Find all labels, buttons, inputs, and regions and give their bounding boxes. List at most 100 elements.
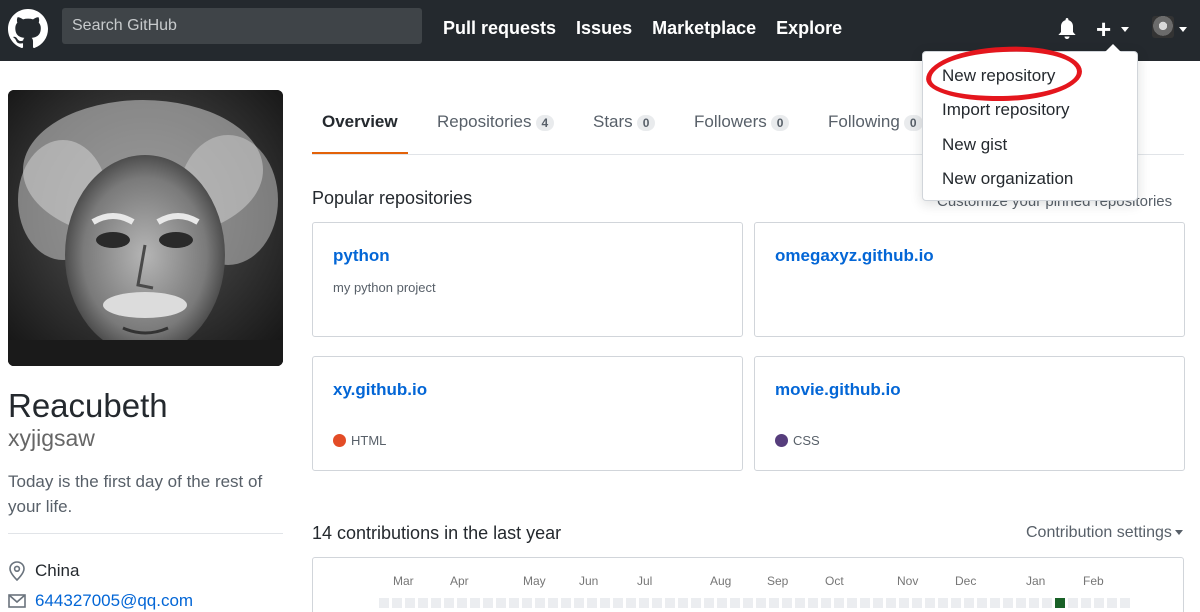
repositories-count: 4 — [535, 114, 555, 131]
contribution-day-cell[interactable] — [899, 598, 909, 608]
github-logo-icon[interactable] — [8, 9, 48, 49]
menu-item-new-gist[interactable]: New gist — [942, 135, 1007, 155]
month-label: Dec — [955, 574, 977, 588]
user-avatar[interactable] — [1152, 16, 1174, 38]
contribution-day-cell[interactable] — [860, 598, 870, 608]
contribution-day-cell[interactable] — [691, 598, 701, 608]
contribution-day-cell[interactable] — [769, 598, 779, 608]
contribution-day-cell[interactable] — [1068, 598, 1078, 608]
contribution-day-cell[interactable] — [626, 598, 636, 608]
month-label: Nov — [897, 574, 919, 588]
month-label: Jul — [637, 574, 653, 588]
tab-repositories[interactable]: Repositories 4 — [437, 112, 555, 132]
portrait-image — [8, 90, 283, 366]
contribution-day-cell[interactable] — [938, 598, 948, 608]
contribution-day-cell[interactable] — [795, 598, 805, 608]
contribution-day-cell[interactable] — [418, 598, 428, 608]
chevron-down-icon — [1121, 27, 1129, 32]
contribution-day-cell[interactable] — [1094, 598, 1104, 608]
contribution-day-cell[interactable] — [834, 598, 844, 608]
contribution-day-cell[interactable] — [1042, 598, 1052, 608]
contribution-day-cell[interactable] — [730, 598, 740, 608]
nav-explore[interactable]: Explore — [776, 17, 842, 39]
contribution-day-cell[interactable] — [1029, 598, 1039, 608]
contribution-day-cell[interactable] — [1055, 598, 1065, 608]
repo-name-link[interactable]: python — [333, 246, 390, 266]
contribution-settings-dropdown[interactable]: Contribution settings — [1026, 524, 1183, 542]
contribution-day-cell[interactable] — [652, 598, 662, 608]
email-link[interactable]: 644327005@qq.com — [35, 591, 193, 611]
contribution-day-cell[interactable] — [847, 598, 857, 608]
contribution-day-cell[interactable] — [808, 598, 818, 608]
contribution-day-cell[interactable] — [990, 598, 1000, 608]
tab-overview[interactable]: Overview — [322, 112, 398, 132]
contribution-day-cell[interactable] — [483, 598, 493, 608]
contribution-day-cell[interactable] — [743, 598, 753, 608]
stars-count: 0 — [636, 114, 656, 131]
contribution-day-cell[interactable] — [964, 598, 974, 608]
contribution-day-cell[interactable] — [470, 598, 480, 608]
month-label: Jun — [579, 574, 599, 588]
contribution-day-cell[interactable] — [561, 598, 571, 608]
nav-issues[interactable]: Issues — [576, 17, 632, 39]
tab-following[interactable]: Following 0 — [828, 112, 923, 132]
contribution-day-cell[interactable] — [574, 598, 584, 608]
language-label: CSS — [793, 433, 820, 448]
contribution-day-cell[interactable] — [717, 598, 727, 608]
contribution-day-cell[interactable] — [457, 598, 467, 608]
tab-stars[interactable]: Stars 0 — [593, 112, 656, 132]
contribution-day-cell[interactable] — [509, 598, 519, 608]
contribution-day-cell[interactable] — [496, 598, 506, 608]
contribution-day-cell[interactable] — [392, 598, 402, 608]
contribution-day-cell[interactable] — [444, 598, 454, 608]
contribution-day-cell[interactable] — [613, 598, 623, 608]
contribution-day-cell[interactable] — [782, 598, 792, 608]
repo-name-link[interactable]: xy.github.io — [333, 380, 427, 400]
nav-marketplace[interactable]: Marketplace — [652, 17, 756, 39]
month-label: May — [523, 574, 546, 588]
contribution-day-cell[interactable] — [405, 598, 415, 608]
language-label: HTML — [351, 433, 387, 448]
repo-card: movie.github.io CSS — [754, 356, 1185, 471]
contribution-day-cell[interactable] — [548, 598, 558, 608]
contribution-day-cell[interactable] — [665, 598, 675, 608]
repo-name-link[interactable]: omegaxyz.github.io — [775, 246, 934, 266]
contribution-day-cell[interactable] — [912, 598, 922, 608]
contribution-day-cell[interactable] — [1016, 598, 1026, 608]
contribution-day-cell[interactable] — [431, 598, 441, 608]
repo-name-link[interactable]: movie.github.io — [775, 380, 901, 400]
contribution-day-cell[interactable] — [535, 598, 545, 608]
divider — [8, 533, 283, 534]
contribution-day-cell[interactable] — [1107, 598, 1117, 608]
contribution-day-cell[interactable] — [1120, 598, 1130, 608]
bell-icon[interactable] — [1057, 18, 1077, 40]
contribution-day-cell[interactable] — [587, 598, 597, 608]
contribution-day-cell[interactable] — [821, 598, 831, 608]
contribution-day-cell[interactable] — [379, 598, 389, 608]
tab-followers[interactable]: Followers 0 — [694, 112, 790, 132]
create-new-button[interactable]: + — [1096, 16, 1111, 42]
nav-pull-requests[interactable]: Pull requests — [443, 17, 556, 39]
contribution-day-cell[interactable] — [977, 598, 987, 608]
contribution-day-cell[interactable] — [678, 598, 688, 608]
contribution-day-cell[interactable] — [886, 598, 896, 608]
contribution-day-cell[interactable] — [756, 598, 766, 608]
contribution-day-cell[interactable] — [522, 598, 532, 608]
contribution-day-cell[interactable] — [925, 598, 935, 608]
profile-email[interactable]: 644327005@qq.com — [8, 591, 193, 611]
selected-tab-indicator — [312, 152, 408, 154]
contribution-day-cell[interactable] — [704, 598, 714, 608]
repo-card: omegaxyz.github.io — [754, 222, 1185, 337]
profile-photo[interactable] — [8, 90, 283, 366]
contribution-day-cell[interactable] — [639, 598, 649, 608]
contribution-day-cell[interactable] — [951, 598, 961, 608]
menu-item-new-organization[interactable]: New organization — [942, 169, 1073, 189]
search-input[interactable]: Search GitHub — [62, 8, 422, 44]
repo-language: HTML — [333, 433, 386, 448]
chevron-down-icon — [1179, 27, 1187, 32]
contribution-day-cell[interactable] — [600, 598, 610, 608]
contribution-day-cell[interactable] — [1003, 598, 1013, 608]
contribution-day-cell[interactable] — [873, 598, 883, 608]
menu-item-import-repository[interactable]: Import repository — [942, 100, 1070, 120]
contribution-day-cell[interactable] — [1081, 598, 1091, 608]
